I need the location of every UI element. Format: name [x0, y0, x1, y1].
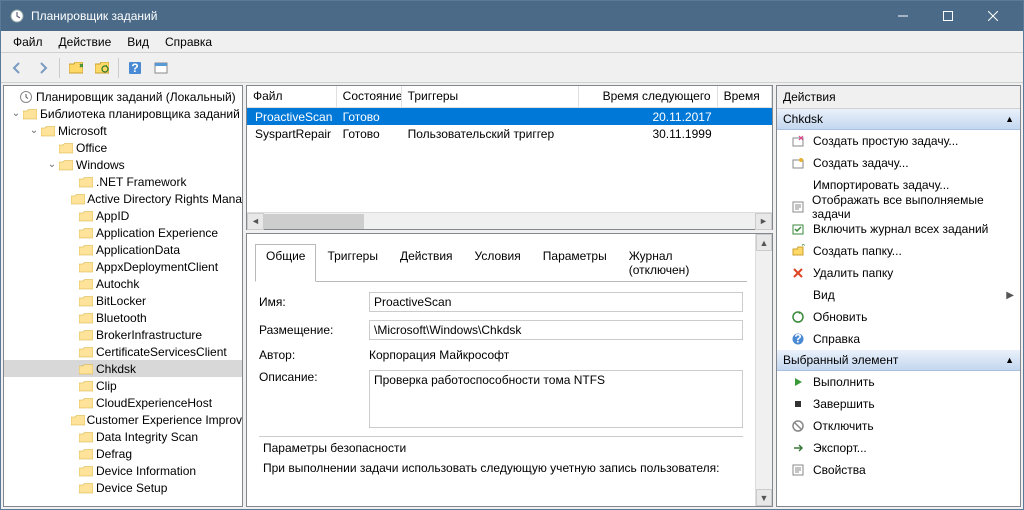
- tree-node-bluetooth[interactable]: Bluetooth: [4, 309, 242, 326]
- menu-action[interactable]: Действие: [51, 33, 120, 51]
- menu-view[interactable]: Вид: [119, 33, 157, 51]
- action-1[interactable]: Создать задачу...: [777, 152, 1020, 174]
- scroll-left-icon[interactable]: ◄: [247, 213, 264, 230]
- tree-microsoft[interactable]: ⌄Microsoft: [4, 122, 242, 139]
- svg-text:?: ?: [794, 332, 801, 346]
- tree-node-appxdeploymentclient[interactable]: AppxDeploymentClient: [4, 258, 242, 275]
- tree-node-cloudexperiencehost[interactable]: CloudExperienceHost: [4, 394, 242, 411]
- column-headers: Файл Состояние Триггеры Время следующего…: [247, 86, 772, 108]
- tab-conditions[interactable]: Условия: [464, 244, 532, 281]
- tree-node-customerexperienceimprov[interactable]: Customer Experience Improv: [4, 411, 242, 428]
- author-label: Автор:: [259, 348, 369, 362]
- forward-button[interactable]: [31, 56, 55, 80]
- tree-pane[interactable]: Планировщик заданий (Локальный)⌄Библиоте…: [3, 85, 243, 507]
- new-folder-button[interactable]: [64, 56, 88, 80]
- col-next[interactable]: Время следующего запуска: [579, 86, 717, 107]
- scroll-right-icon[interactable]: ►: [755, 213, 772, 230]
- tree-node-defrag[interactable]: Defrag: [4, 445, 242, 462]
- action-5[interactable]: *Создать папку...: [777, 240, 1020, 262]
- actions-title: Действия: [777, 86, 1020, 109]
- tree-node-applicationdata[interactable]: ApplicationData: [4, 241, 242, 258]
- task-hscroll[interactable]: ◄ ►: [247, 212, 772, 229]
- actions-pane: Действия Chkdsk▲Создать простую задачу..…: [776, 85, 1021, 507]
- action-sel-4[interactable]: Свойства: [777, 459, 1020, 481]
- action-7[interactable]: Вид▶: [777, 284, 1020, 306]
- action-sel-3[interactable]: Экспорт...: [777, 437, 1020, 459]
- tree-node-clip[interactable]: Clip: [4, 377, 242, 394]
- action-sel-0[interactable]: Выполнить: [777, 371, 1020, 393]
- location-label: Размещение:: [259, 323, 369, 337]
- window-title: Планировщик заданий: [31, 9, 880, 23]
- description-label: Описание:: [259, 370, 369, 384]
- tree-library[interactable]: ⌄Библиотека планировщика заданий: [4, 105, 242, 122]
- tree-node-dataintegrityscan[interactable]: Data Integrity Scan: [4, 428, 242, 445]
- close-button[interactable]: [970, 1, 1015, 31]
- tree-node-certificateservicesclient[interactable]: CertificateServicesClient: [4, 343, 242, 360]
- toolbar: ?: [1, 53, 1023, 83]
- tab-actions[interactable]: Действия: [389, 244, 464, 281]
- name-field[interactable]: ProactiveScan: [369, 292, 743, 312]
- tab-general[interactable]: Общие: [255, 244, 316, 282]
- svg-text:*: *: [801, 244, 805, 253]
- col-file[interactable]: Файл: [247, 86, 337, 107]
- location-field: \Microsoft\Windows\Chkdsk: [369, 320, 743, 340]
- properties-button[interactable]: [149, 56, 173, 80]
- action-6[interactable]: Удалить папку: [777, 262, 1020, 284]
- app-icon: [9, 8, 25, 24]
- menubar: Файл Действие Вид Справка: [1, 31, 1023, 53]
- description-field[interactable]: Проверка работоспособности тома NTFS: [369, 370, 743, 428]
- task-row[interactable]: ProactiveScanГотово20.11.2017: [247, 108, 772, 125]
- task-list[interactable]: Файл Состояние Триггеры Время следующего…: [246, 85, 773, 230]
- titlebar: Планировщик заданий: [1, 1, 1023, 31]
- tabs: Общие Триггеры Действия Условия Параметр…: [255, 244, 747, 282]
- scroll-thumb[interactable]: [264, 214, 364, 229]
- tree-node-deviceinformation[interactable]: Device Information: [4, 462, 242, 479]
- action-4[interactable]: Включить журнал всех заданий: [777, 218, 1020, 240]
- back-button[interactable]: [5, 56, 29, 80]
- action-group-selected[interactable]: Выбранный элемент▲: [777, 350, 1020, 371]
- tree-windows[interactable]: ⌄Windows: [4, 156, 242, 173]
- svg-text:?: ?: [131, 61, 138, 75]
- maximize-button[interactable]: [925, 1, 970, 31]
- tree-node-netframework[interactable]: .NET Framework: [4, 173, 242, 190]
- action-0[interactable]: Создать простую задачу...: [777, 130, 1020, 152]
- tree-node-autochk[interactable]: Autochk: [4, 275, 242, 292]
- action-8[interactable]: Обновить: [777, 306, 1020, 328]
- action-9[interactable]: ?Справка: [777, 328, 1020, 350]
- detail-pane: Общие Триггеры Действия Условия Параметр…: [246, 233, 773, 507]
- col-triggers[interactable]: Триггеры: [402, 86, 580, 107]
- action-group-folder[interactable]: Chkdsk▲: [777, 109, 1020, 130]
- name-label: Имя:: [259, 295, 369, 309]
- menu-file[interactable]: Файл: [5, 33, 51, 51]
- col-prev[interactable]: Время пр: [718, 86, 772, 107]
- action-3[interactable]: Отображать все выполняемые задачи: [777, 196, 1020, 218]
- detail-vscroll[interactable]: ▲ ▼: [755, 234, 772, 506]
- minimize-button[interactable]: [880, 1, 925, 31]
- tab-settings[interactable]: Параметры: [532, 244, 618, 281]
- tree-node-activedirectoryrightsmana[interactable]: Active Directory Rights Mana: [4, 190, 242, 207]
- tree-root[interactable]: Планировщик заданий (Локальный): [4, 88, 242, 105]
- author-value: Корпорация Майкрософт: [369, 348, 743, 362]
- tree-node-chkdsk[interactable]: Chkdsk: [4, 360, 242, 377]
- task-row[interactable]: SyspartRepairГотовоПользовательский триг…: [247, 125, 772, 142]
- help-button[interactable]: ?: [123, 56, 147, 80]
- tab-triggers[interactable]: Триггеры: [316, 244, 389, 281]
- tree-node-devicesetup[interactable]: Device Setup: [4, 479, 242, 496]
- menu-help[interactable]: Справка: [157, 33, 220, 51]
- tab-history[interactable]: Журнал (отключен): [618, 244, 747, 281]
- scroll-down-icon[interactable]: ▼: [756, 489, 772, 506]
- tree-node-appid[interactable]: AppID: [4, 207, 242, 224]
- security-label: Параметры безопасности: [259, 436, 743, 459]
- security-text: При выполнении задачи использовать следу…: [259, 459, 743, 477]
- tree-node-bitlocker[interactable]: BitLocker: [4, 292, 242, 309]
- refresh-button[interactable]: [90, 56, 114, 80]
- tree-node-brokerinfrastructure[interactable]: BrokerInfrastructure: [4, 326, 242, 343]
- action-sel-2[interactable]: Отключить: [777, 415, 1020, 437]
- col-state[interactable]: Состояние: [337, 86, 402, 107]
- action-sel-1[interactable]: Завершить: [777, 393, 1020, 415]
- scroll-up-icon[interactable]: ▲: [756, 234, 772, 251]
- tree-node-applicationexperience[interactable]: Application Experience: [4, 224, 242, 241]
- tree-office[interactable]: Office: [4, 139, 242, 156]
